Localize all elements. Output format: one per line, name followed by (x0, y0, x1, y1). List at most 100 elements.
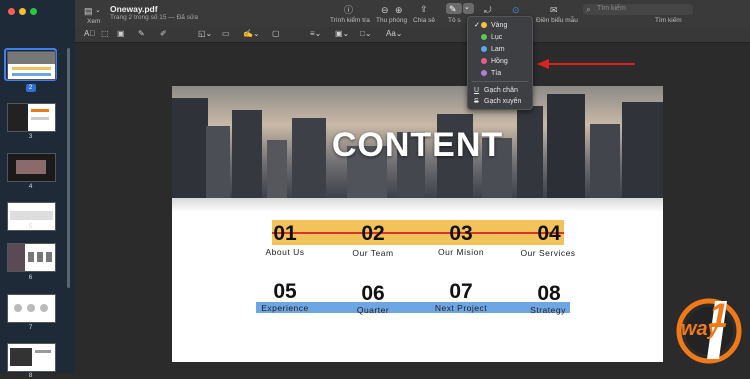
page-thumbnail[interactable] (7, 51, 56, 80)
underline-icon: U (474, 87, 480, 94)
checkmark-icon: ✓ (474, 22, 480, 29)
share-icon[interactable]: ⇪ (420, 4, 428, 14)
font-label: Aa (386, 29, 396, 38)
chevron-down-icon[interactable]: ⌄ (95, 6, 101, 16)
thumbnail-number: 7 (28, 324, 33, 331)
smart-select-icon[interactable]: ▣ (117, 29, 125, 39)
fill-color-icon[interactable]: □⌄ (360, 29, 372, 39)
blue-dot-icon (481, 46, 487, 52)
minimize-window-button[interactable] (19, 8, 26, 15)
section-label: Our Services (520, 248, 576, 258)
textbox-icon[interactable]: ▭ (222, 29, 230, 39)
color-option-label: Tía (491, 70, 502, 77)
document-title: Oneway.pdf (110, 4, 158, 14)
sidebar-scrollbar[interactable] (67, 48, 70, 288)
color-option-label: Vàng (491, 22, 508, 29)
thumbnail-number: 6 (28, 274, 33, 281)
zoom-label[interactable]: Thu phóng (376, 17, 407, 24)
info-icon[interactable]: ⓘ (344, 5, 353, 15)
section-number: 03 (449, 222, 473, 245)
thumbnail-sidebar: 2 3 4 5 6 7 8 (0, 0, 75, 379)
color-option-purple[interactable]: Tía (474, 68, 530, 79)
line-style-icon[interactable]: ≡⌄ (310, 29, 321, 39)
highlight-label[interactable]: Tô s (448, 17, 461, 24)
chevron-down-icon: ⌄ (464, 4, 470, 11)
close-window-button[interactable] (8, 8, 15, 15)
border-color-icon[interactable]: ▣⌄ (335, 29, 349, 39)
page-thumbnail[interactable] (7, 343, 56, 372)
share-label[interactable]: Chia sẻ (413, 17, 435, 24)
color-option-yellow[interactable]: ✓ Vàng (474, 20, 530, 31)
sidebar-toggle-icon[interactable]: ▤ (84, 6, 93, 16)
search-placeholder: Tìm kiếm (597, 5, 626, 12)
draw-icon[interactable]: ✐ (160, 29, 167, 39)
thumbnail-number: 4 (28, 183, 33, 190)
pen-icon: ✎ (449, 4, 457, 14)
markup-toolbar (75, 27, 750, 43)
inspector-label[interactable]: Trình kiểm tra (330, 17, 370, 24)
color-option-pink[interactable]: Hồng (474, 56, 530, 67)
green-dot-icon (481, 34, 487, 40)
annotation-arrow-line (547, 63, 635, 65)
shapes-icon[interactable]: ◱⌄ (198, 29, 212, 39)
section-number: 02 (361, 222, 385, 245)
thumbnail-number: 2 (28, 84, 33, 91)
strikethrough-label: Gạch xuyên (484, 98, 522, 105)
zoom-out-icon[interactable]: ⊖ (381, 5, 389, 15)
color-option-label: Lục (491, 34, 503, 41)
purple-dot-icon (481, 70, 487, 76)
sign-icon[interactable]: ✍⌄ (243, 29, 260, 39)
strikethrough-option[interactable]: S Gạch xuyên (474, 96, 530, 107)
underline-label: Gạch chân (484, 87, 518, 94)
underline-option[interactable]: U Gạch chân (474, 85, 530, 96)
note-icon[interactable]: ▢ (272, 29, 280, 39)
page-thumbnail[interactable] (7, 294, 56, 323)
page-thumbnail[interactable] (7, 243, 56, 272)
color-option-label: Lam (491, 46, 505, 53)
thumbnail-number: 8 (28, 372, 33, 379)
document-subtitle: Trang 2 trong số 15 — Đã sửa (110, 14, 198, 21)
markup-icon[interactable]: ⊙ (512, 5, 520, 15)
section-label: About Us (265, 247, 305, 257)
sketch-icon[interactable]: ✎ (138, 29, 145, 39)
search-icon: ⌕ (586, 4, 592, 14)
yellow-dot-icon (481, 22, 487, 28)
thumbnail-number: 3 (28, 133, 33, 140)
zoom-window-button[interactable] (30, 8, 37, 15)
pink-dot-icon (481, 58, 487, 64)
city-banner-image: CONTENT (172, 86, 663, 198)
section-label: Next Project (434, 303, 488, 313)
text-select-icon[interactable]: A⃒ (84, 29, 95, 39)
logo-digit: 1 (709, 297, 728, 335)
pdf-page: CONTENT 01 02 03 04 About Us Our Team Ou… (172, 86, 663, 362)
annotation-arrow-head (537, 59, 549, 69)
section-number: 05 (273, 280, 297, 303)
slide-title: CONTENT (331, 126, 504, 164)
section-label: Quarter (356, 305, 390, 315)
section-number: 01 (273, 222, 297, 245)
view-menu-label[interactable]: Xem (87, 18, 100, 25)
form-icon[interactable]: ✉ (550, 5, 558, 15)
strikethrough-icon: S (474, 98, 479, 105)
color-option-green[interactable]: Lục (474, 32, 530, 43)
section-label: Our Mision (437, 247, 485, 257)
menu-separator (472, 81, 528, 82)
highlight-color-menu: ✓ Vàng Lục Lam Hồng Tía U Gạch chân S Gạch … (467, 16, 533, 110)
page-thumbnail[interactable] (7, 103, 56, 132)
section-label: Our Team (352, 248, 394, 258)
section-label: Experience (261, 303, 309, 313)
color-option-label: Hồng (491, 58, 508, 65)
page-thumbnail[interactable] (7, 153, 56, 182)
font-icon[interactable]: Aa⌄ (386, 29, 403, 39)
rotate-icon[interactable]: ⤾ (484, 5, 492, 15)
section-number: 07 (449, 280, 473, 303)
section-number: 04 (537, 222, 561, 245)
thumbnail-number: 5 (28, 223, 33, 230)
search-label: Tìm kiếm (655, 17, 682, 24)
color-option-blue[interactable]: Lam (474, 44, 530, 55)
zoom-in-icon[interactable]: ⊕ (395, 5, 403, 15)
oneway-logo: way 1 (675, 295, 743, 365)
section-label: Strategy (530, 305, 566, 315)
rect-select-icon[interactable]: ⬚ (101, 29, 109, 39)
fill-form-label[interactable]: Điền biểu mẫu (536, 17, 578, 24)
